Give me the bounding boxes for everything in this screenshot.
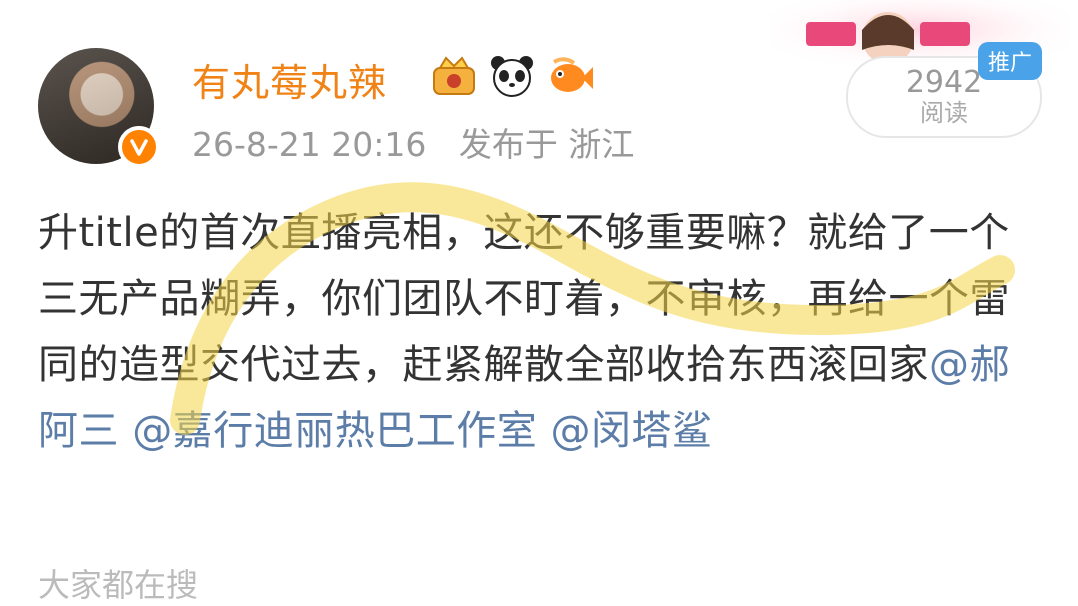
username[interactable]: 有丸莓丸辣 <box>192 52 387 107</box>
crown-badge-icon[interactable] <box>430 54 478 98</box>
ad-tag: 推广 <box>978 42 1042 80</box>
location: 发布于 浙江 <box>458 125 635 164</box>
panda-icon[interactable] <box>488 54 536 98</box>
verified-icon <box>118 126 160 168</box>
trending-footer[interactable]: 大家都在搜 <box>38 560 198 606</box>
post-meta: 26-8-21 20:16 发布于 浙江 <box>192 118 656 166</box>
timestamp: 26-8-21 20:16 <box>192 125 427 164</box>
read-count: 2942 <box>905 65 983 100</box>
mention-link[interactable]: @闵塔鲨 <box>550 408 712 454</box>
user-badges <box>430 54 594 98</box>
mention-link[interactable]: @嘉行迪丽热巴工作室 <box>132 408 537 454</box>
fish-icon[interactable] <box>546 54 594 98</box>
post-text: 升title的首次直播亮相，这还不够重要嘛？就给了一个三无产品糊弄，你们团队不盯… <box>38 200 1048 464</box>
read-label: 阅读 <box>920 99 968 127</box>
post-body: 升title的首次直播亮相，这还不够重要嘛？就给了一个三无产品糊弄，你们团队不盯… <box>38 210 1010 388</box>
